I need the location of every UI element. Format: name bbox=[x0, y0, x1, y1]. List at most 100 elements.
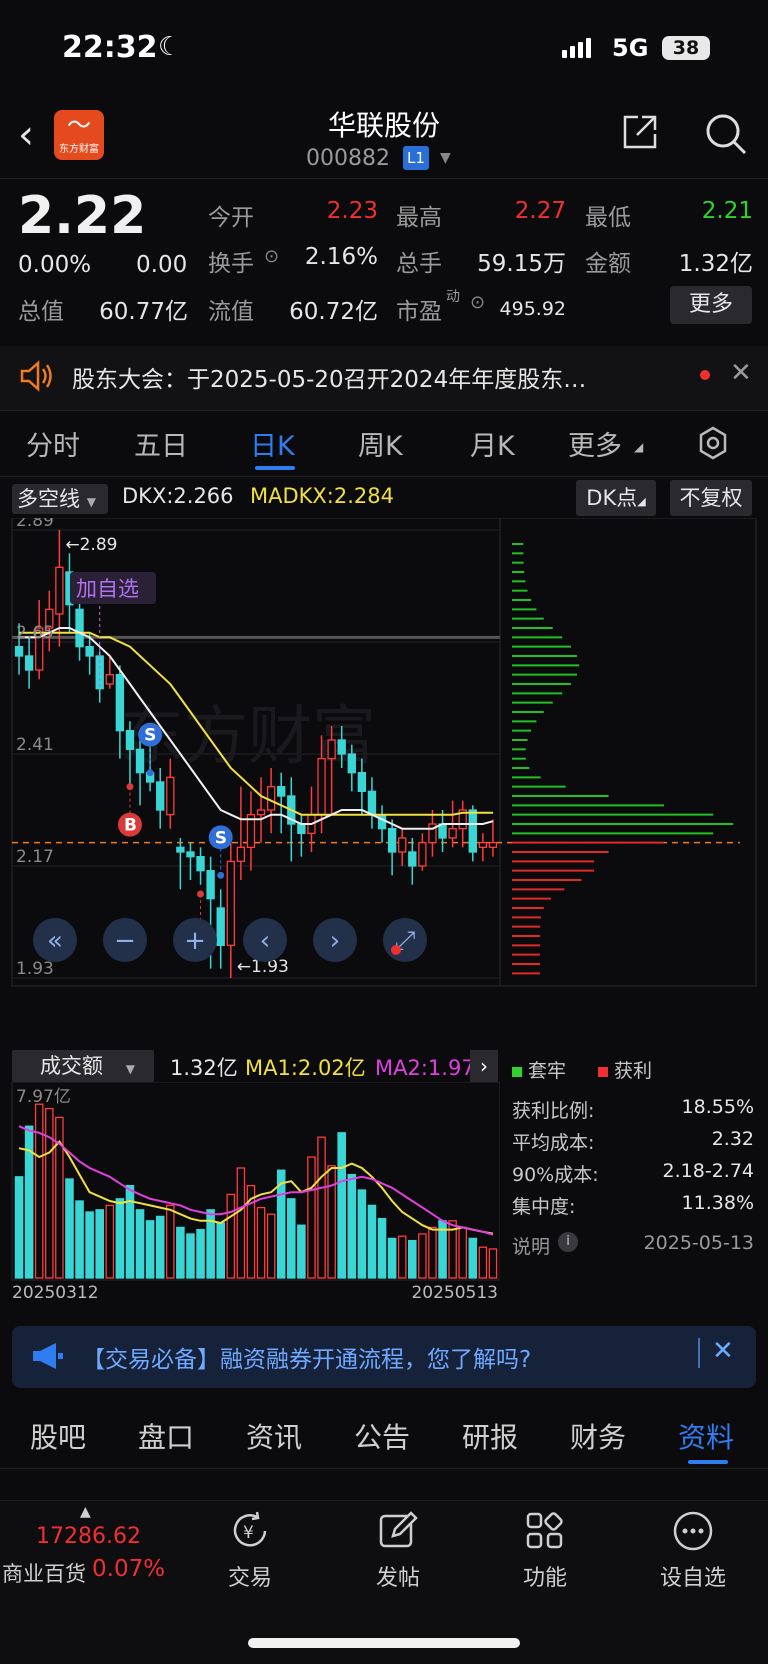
toolbar-trade[interactable]: 交易 bbox=[200, 1560, 300, 1592]
chevron-right-icon[interactable]: › bbox=[470, 1050, 498, 1082]
candle-body bbox=[14, 646, 24, 657]
volume-bar bbox=[377, 1217, 387, 1279]
volume-chart[interactable]: 7.97亿 20250312 20250513 bbox=[0, 1082, 500, 1300]
y-axis-label: 2.41 bbox=[16, 735, 54, 755]
candle-body bbox=[105, 674, 114, 685]
candle-body bbox=[387, 828, 397, 853]
dk-points-button[interactable]: DK点◢ bbox=[576, 480, 656, 516]
kline-chart[interactable]: 东方财富 2.892.652.412.171.93 ←2.89←1.93加自选S… bbox=[0, 518, 768, 1048]
stat-value: 18.55% bbox=[681, 1096, 754, 1118]
toolbar-function[interactable]: 功能 bbox=[495, 1560, 595, 1592]
y-axis-label: 1.93 bbox=[16, 959, 54, 979]
index-name[interactable]: 商业百货 bbox=[2, 1558, 86, 1588]
stat-value: 2.18-2.74 bbox=[662, 1160, 754, 1182]
divider bbox=[0, 476, 768, 477]
tab-orderbook[interactable]: 盘口 bbox=[138, 1416, 194, 1456]
triangle-icon: ◢ bbox=[637, 495, 646, 508]
toolbar-add-watchlist[interactable]: 设自选 bbox=[643, 1560, 743, 1592]
trapped-swatch bbox=[512, 1067, 522, 1077]
volume-bar bbox=[125, 1184, 135, 1279]
signal-dot bbox=[146, 769, 154, 777]
volume-bar bbox=[216, 1222, 225, 1279]
volume-indicator-selector[interactable]: 成交额 ▼ bbox=[12, 1050, 154, 1082]
volume-label: 总手 bbox=[396, 251, 442, 277]
index-value[interactable]: 17286.62 bbox=[36, 1524, 141, 1549]
stats-date: 2025-05-13 bbox=[643, 1232, 754, 1254]
volume-bar bbox=[367, 1204, 377, 1279]
toolbar-post[interactable]: 发帖 bbox=[348, 1560, 448, 1592]
tab-finance[interactable]: 财务 bbox=[570, 1416, 626, 1456]
level-badge[interactable]: L1 bbox=[403, 146, 429, 170]
close-icon[interactable]: ✕ bbox=[712, 1336, 734, 1366]
candle-body bbox=[226, 860, 235, 946]
divider bbox=[0, 1468, 768, 1469]
caret-up-icon[interactable]: ▲ bbox=[80, 1504, 91, 1520]
high-label: 最高 bbox=[396, 205, 442, 231]
pe-value: 495.92 bbox=[499, 298, 566, 320]
zoom-out-icon-glyph: − bbox=[114, 926, 136, 956]
profit-swatch bbox=[598, 1067, 608, 1077]
info-icon[interactable]: ⊙ bbox=[470, 292, 485, 313]
tab-profile[interactable]: 资料 bbox=[678, 1416, 734, 1456]
volume-bar bbox=[337, 1132, 346, 1279]
volume-bar bbox=[45, 1107, 54, 1279]
post-icon[interactable] bbox=[375, 1508, 421, 1554]
banner-text[interactable]: 【交易必备】融资融券开通流程，您了解吗? bbox=[82, 1340, 531, 1374]
tab-more[interactable]: 更多 bbox=[568, 424, 622, 463]
more-dots-icon[interactable] bbox=[670, 1508, 716, 1554]
gear-icon[interactable] bbox=[696, 426, 730, 460]
home-indicator[interactable] bbox=[248, 1638, 520, 1648]
volume-bar bbox=[65, 1178, 74, 1279]
info-icon[interactable]: i bbox=[558, 1232, 578, 1252]
tab-news[interactable]: 资讯 bbox=[246, 1416, 302, 1456]
volume-frame bbox=[11, 1082, 500, 1281]
tab-weekly-k[interactable]: 周K bbox=[358, 424, 403, 463]
close-icon[interactable]: ✕ bbox=[730, 358, 752, 388]
open-label: 今开 bbox=[208, 205, 254, 231]
stat-label: 平均成本: bbox=[512, 1132, 595, 1154]
indicator-selector[interactable]: 多空线 ▼ bbox=[12, 484, 108, 514]
trade-icon[interactable]: ¥ bbox=[227, 1508, 273, 1554]
tab-announcements[interactable]: 公告 bbox=[354, 1416, 410, 1456]
volume-bar bbox=[105, 1204, 115, 1279]
float-cap-value: 60.72亿 bbox=[289, 299, 378, 325]
volume-bar bbox=[317, 1136, 326, 1279]
stat-label: 获利比例: bbox=[512, 1100, 595, 1122]
caret-down-icon[interactable]: ▼ bbox=[440, 150, 451, 166]
candle-body bbox=[186, 851, 195, 858]
caret-down-icon: ▼ bbox=[125, 1062, 135, 1076]
function-grid-icon[interactable] bbox=[522, 1508, 568, 1554]
pe-label: 市盈 bbox=[396, 299, 442, 325]
volume-selector-label: 成交额 bbox=[40, 1054, 103, 1078]
legend-trapped-label: 套牢 bbox=[528, 1060, 567, 1082]
adjust-price-button[interactable]: 不复权 bbox=[670, 480, 752, 516]
volume-bar bbox=[186, 1233, 195, 1279]
tab-timeshare[interactable]: 分时 bbox=[26, 424, 80, 463]
candle-body bbox=[448, 828, 457, 839]
tab-five-day[interactable]: 五日 bbox=[134, 424, 188, 463]
volume-bar bbox=[297, 1224, 306, 1279]
candle-body bbox=[488, 842, 498, 848]
volume-max-label: 7.97亿 bbox=[16, 1087, 71, 1107]
tab-forum[interactable]: 股吧 bbox=[30, 1416, 86, 1456]
candle-body bbox=[357, 772, 367, 792]
tab-daily-k[interactable]: 日K bbox=[250, 424, 295, 463]
candle-body bbox=[176, 846, 185, 853]
volume-bar bbox=[327, 1165, 336, 1279]
turnover-label: 换手 bbox=[208, 251, 254, 277]
search-icon[interactable] bbox=[704, 112, 748, 156]
tab-research[interactable]: 研报 bbox=[462, 1416, 518, 1456]
signal-icon bbox=[562, 38, 594, 62]
signal-label: B bbox=[124, 816, 137, 836]
volume-current: 1.32亿 bbox=[170, 1056, 238, 1080]
index-percent[interactable]: 0.07% bbox=[92, 1556, 165, 1582]
notice-text[interactable]: 股东大会：于2025-05-20召开2024年年度股东… bbox=[72, 360, 586, 394]
share-icon[interactable] bbox=[620, 112, 660, 152]
volume-bar bbox=[266, 1213, 276, 1279]
info-icon[interactable]: ⊙ bbox=[264, 246, 279, 267]
more-button[interactable]: 更多 bbox=[670, 286, 752, 324]
tab-monthly-k[interactable]: 月K bbox=[470, 424, 515, 463]
active-tab-indicator bbox=[688, 1460, 728, 1464]
triangle-icon: ◢ bbox=[634, 440, 644, 454]
explain-link[interactable]: 说明 bbox=[512, 1232, 550, 1259]
